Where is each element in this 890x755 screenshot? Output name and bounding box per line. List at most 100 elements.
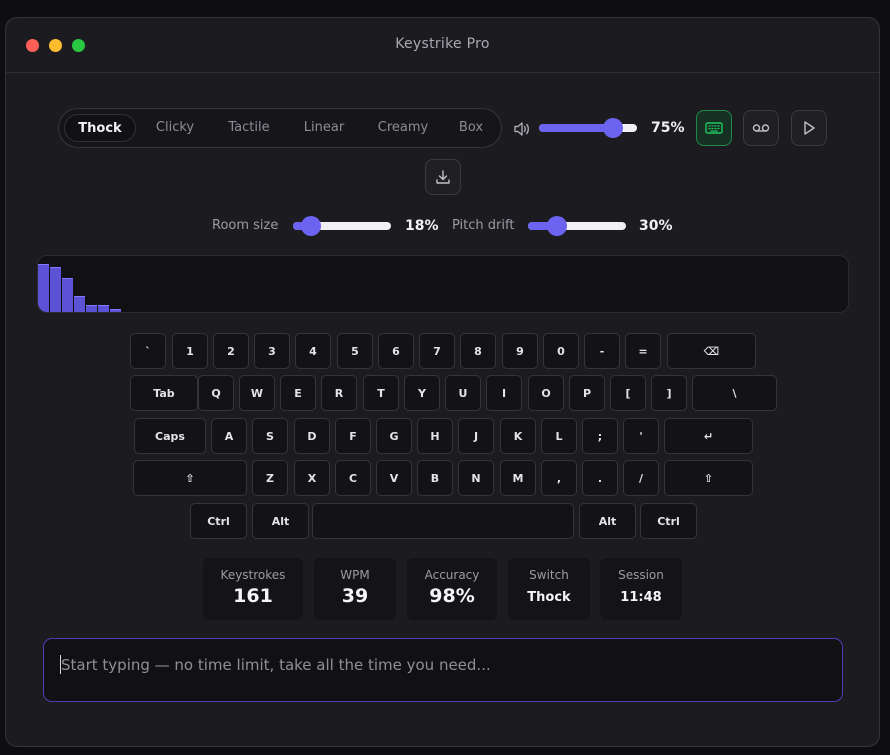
key-4[interactable]: 4	[295, 333, 331, 369]
key-shift[interactable]: ⇧	[133, 460, 247, 496]
key-v[interactable]: V	[376, 460, 412, 496]
key-q[interactable]: Q	[198, 375, 234, 411]
download-button[interactable]	[425, 159, 461, 195]
key-minus[interactable]: -	[584, 333, 620, 369]
switch-box[interactable]: Box	[447, 114, 495, 142]
switch-thock[interactable]: Thock	[64, 114, 136, 142]
key-m[interactable]: M	[500, 460, 536, 496]
key-semicolon[interactable]: ;	[582, 418, 618, 454]
keyboard-icon	[705, 122, 723, 134]
play-button[interactable]	[791, 110, 827, 146]
volume-slider-fill	[539, 124, 613, 132]
key-open-bracket[interactable]: [	[610, 375, 646, 411]
stat-switch-value: Thock	[527, 590, 571, 605]
key-equals[interactable]: =	[625, 333, 661, 369]
stat-accuracy-value: 98%	[429, 585, 475, 607]
key-enter[interactable]: ↵	[664, 418, 753, 454]
key-backtick[interactable]: `	[130, 333, 166, 369]
key-9[interactable]: 9	[502, 333, 538, 369]
key-tab[interactable]: Tab	[130, 375, 198, 411]
key-0[interactable]: 0	[543, 333, 579, 369]
title-bar: Keystrike Pro	[6, 18, 879, 73]
switch-clicky[interactable]: Clicky	[141, 114, 209, 142]
pitch-drift-slider[interactable]	[528, 216, 626, 236]
sound-visualizer	[37, 255, 849, 313]
key-comma[interactable]: ,	[541, 460, 577, 496]
stat-wpm-label: WPM	[340, 568, 370, 582]
switch-creamy[interactable]: Creamy	[365, 114, 441, 142]
visualizer-bar	[50, 266, 61, 312]
key-w[interactable]: W	[239, 375, 275, 411]
key-2[interactable]: 2	[213, 333, 249, 369]
speaker-icon[interactable]	[513, 121, 531, 137]
key-close-bracket[interactable]: ]	[651, 375, 687, 411]
stat-wpm-value: 39	[341, 585, 369, 607]
key-k[interactable]: K	[500, 418, 536, 454]
key-s[interactable]: S	[252, 418, 288, 454]
switch-tactile[interactable]: Tactile	[214, 114, 284, 142]
key-n[interactable]: N	[458, 460, 494, 496]
visualizer-bar	[86, 305, 97, 312]
key-alt[interactable]: Alt	[252, 503, 309, 539]
key-space[interactable]	[312, 503, 574, 539]
stat-accuracy: Accuracy 98%	[407, 558, 497, 620]
key-o[interactable]: O	[528, 375, 564, 411]
key-l[interactable]: L	[541, 418, 577, 454]
key-r[interactable]: R	[321, 375, 357, 411]
key-caps[interactable]: Caps	[134, 418, 206, 454]
key-period[interactable]: .	[582, 460, 618, 496]
play-icon	[804, 121, 815, 135]
pitch-drift-value: 30%	[639, 218, 673, 234]
key-ctrl[interactable]: Ctrl	[640, 503, 697, 539]
stat-session-label: Session	[618, 568, 664, 582]
keyboard-sound-toggle[interactable]	[696, 110, 732, 146]
pitch-drift-slider-thumb[interactable]	[547, 216, 568, 236]
stat-keystrokes-label: Keystrokes	[220, 568, 286, 582]
visualizer-bar	[62, 278, 73, 312]
volume-slider[interactable]	[539, 118, 637, 138]
key-backspace[interactable]: ⌫	[667, 333, 756, 369]
visualizer-bar	[98, 305, 109, 312]
visualizer-bar	[74, 295, 85, 312]
stat-accuracy-label: Accuracy	[424, 568, 480, 582]
stat-keystrokes: Keystrokes 161	[203, 558, 303, 620]
key-shift[interactable]: ⇧	[664, 460, 753, 496]
key-x[interactable]: X	[294, 460, 330, 496]
key-a[interactable]: A	[211, 418, 247, 454]
key-t[interactable]: T	[363, 375, 399, 411]
room-size-slider[interactable]	[293, 216, 391, 236]
volume-value: 75%	[651, 120, 685, 136]
key-7[interactable]: 7	[419, 333, 455, 369]
key-ctrl[interactable]: Ctrl	[190, 503, 247, 539]
switch-linear[interactable]: Linear	[289, 114, 359, 142]
key-3[interactable]: 3	[254, 333, 290, 369]
key-j[interactable]: J	[458, 418, 494, 454]
key-h[interactable]: H	[417, 418, 453, 454]
key-c[interactable]: C	[335, 460, 371, 496]
key-b[interactable]: B	[417, 460, 453, 496]
room-size-slider-thumb[interactable]	[300, 216, 321, 236]
record-button[interactable]	[743, 110, 779, 146]
download-icon	[436, 170, 450, 184]
key-p[interactable]: P	[569, 375, 605, 411]
room-size-value: 18%	[405, 218, 439, 234]
key-e[interactable]: E	[280, 375, 316, 411]
key-1[interactable]: 1	[172, 333, 208, 369]
volume-slider-thumb[interactable]	[602, 118, 623, 138]
key-quote[interactable]: '	[623, 418, 659, 454]
stat-wpm: WPM 39	[314, 558, 396, 620]
key-5[interactable]: 5	[337, 333, 373, 369]
key-g[interactable]: G	[376, 418, 412, 454]
key-6[interactable]: 6	[378, 333, 414, 369]
key-8[interactable]: 8	[460, 333, 496, 369]
key-alt[interactable]: Alt	[579, 503, 636, 539]
key-y[interactable]: Y	[404, 375, 440, 411]
key-backslash[interactable]: \	[692, 375, 777, 411]
key-z[interactable]: Z	[252, 460, 288, 496]
key-d[interactable]: D	[294, 418, 330, 454]
key-u[interactable]: U	[445, 375, 481, 411]
key-f[interactable]: F	[335, 418, 371, 454]
key-slash[interactable]: /	[623, 460, 659, 496]
key-i[interactable]: I	[486, 375, 522, 411]
typing-input[interactable]: Start typing — no time limit, take all t…	[43, 638, 843, 702]
